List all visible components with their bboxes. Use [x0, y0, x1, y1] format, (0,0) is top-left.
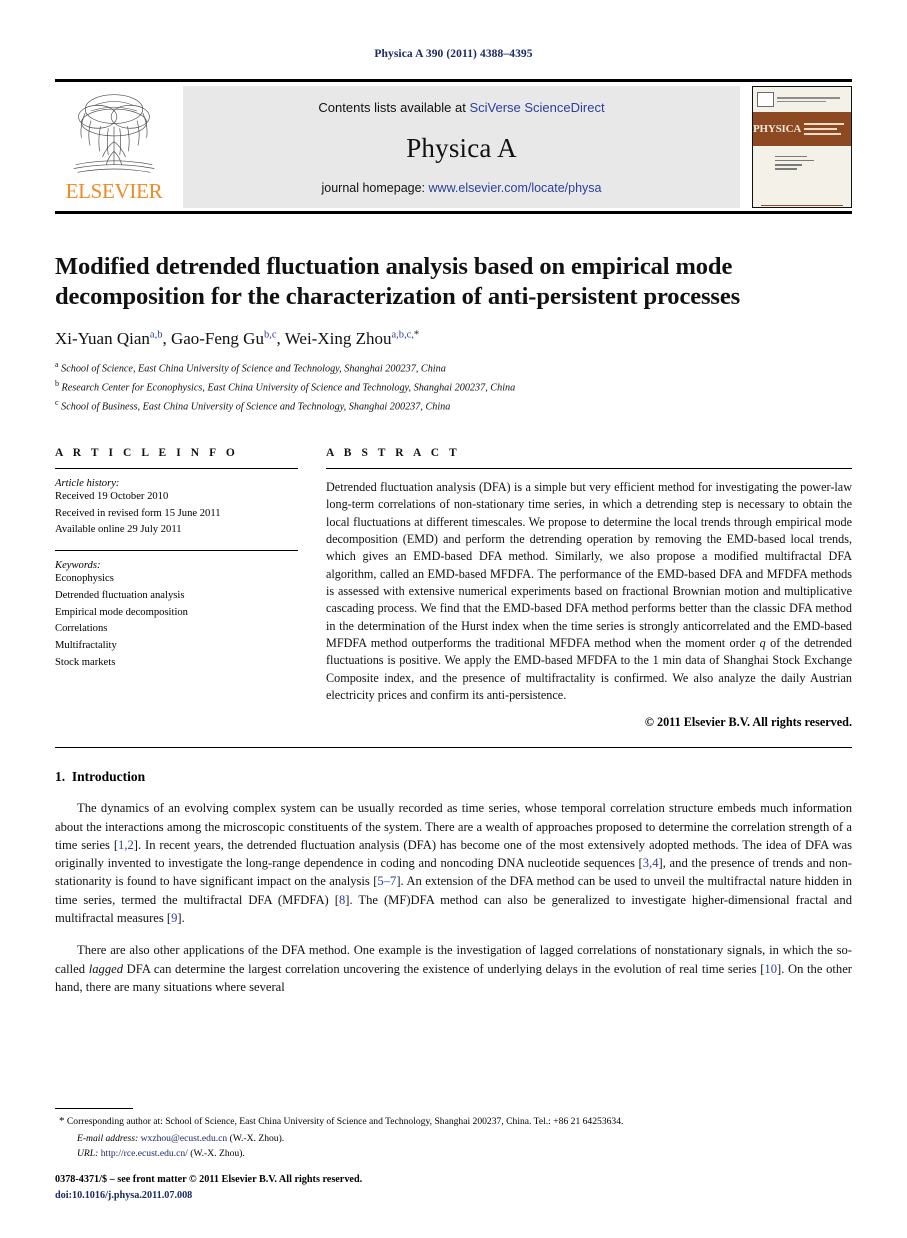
- affiliation-mark-b: b: [55, 379, 59, 389]
- corresponding-author-marker[interactable]: *: [414, 330, 419, 341]
- footnote-rule: [55, 1108, 133, 1110]
- elsevier-logo-block: ELSEVIER: [55, 86, 173, 208]
- affiliation-text-a: School of Science, East China University…: [61, 363, 446, 375]
- affiliation-c: c School of Business, East China Univers…: [55, 397, 852, 416]
- url-owner: (W.-X. Zhou).: [190, 1148, 245, 1160]
- affiliation-list: a School of Science, East China Universi…: [55, 359, 852, 416]
- corresponding-author-text: Corresponding author at: School of Scien…: [66, 1116, 624, 1128]
- paper-page: Physica A 390 (2011) 4388–4395 ELSEVIER …: [0, 0, 907, 1238]
- body-paragraph-2: There are also other applications of the…: [55, 941, 852, 996]
- email-line: E-mail address: wxzhou@ecust.edu.cn (W.-…: [55, 1131, 852, 1147]
- email-link[interactable]: wxzhou@ecust.edu.cn: [141, 1133, 228, 1144]
- elsevier-wordmark: ELSEVIER: [65, 179, 163, 203]
- journal-homepage-line: journal homepage: www.elsevier.com/locat…: [321, 181, 601, 195]
- citation-link[interactable]: 10: [764, 962, 777, 976]
- section-number: 1.: [55, 769, 66, 785]
- keyword-item: Empirical mode decomposition: [55, 606, 188, 618]
- citation-link[interactable]: 3,4: [643, 856, 659, 870]
- article-history-item: Available online 29 July 2011: [55, 524, 182, 536]
- keywords-label: Keywords:: [55, 560, 101, 572]
- section-heading-introduction: 1. Introduction: [55, 769, 852, 785]
- email-label: E-mail address:: [77, 1132, 139, 1144]
- article-info-column: A R T I C L E I N F O Article history: R…: [55, 447, 298, 730]
- cover-author-lines: [753, 146, 851, 179]
- author-sup-1[interactable]: a,b: [150, 330, 163, 341]
- p2-text-2: DFA can determine the largest correlatio…: [123, 961, 765, 976]
- abstract-column: A B S T R A C T Detrended fluctuation an…: [326, 447, 852, 730]
- author-sep-2: ,: [276, 329, 285, 349]
- issn-line: 0378-4371/$ – see front matter © 2011 El…: [55, 1174, 363, 1186]
- p2-italic-lagged: lagged: [88, 961, 124, 976]
- running-head: Physica A 390 (2011) 4388–4395: [374, 48, 533, 60]
- p1-text-6: ].: [177, 911, 185, 926]
- doi-link[interactable]: doi:10.1016/j.physa.2011.07.008: [55, 1188, 362, 1204]
- abstract-part-1: Detrended fluctuation analysis (DFA) is …: [326, 479, 852, 650]
- body-paragraph-1: The dynamics of an evolving complex syst…: [55, 799, 852, 927]
- keywords-rule: [55, 550, 298, 552]
- abstract-text: Detrended fluctuation analysis (DFA) is …: [326, 479, 852, 704]
- imprint-block: 0378-4371/$ – see front matter © 2011 El…: [55, 1172, 362, 1204]
- cover-footer: [753, 206, 851, 207]
- citation-link[interactable]: 1,2: [118, 838, 134, 852]
- banner-top-rule: [55, 79, 852, 82]
- journal-title: Physica A: [406, 132, 517, 163]
- citation-link[interactable]: 5–7: [377, 874, 396, 888]
- affiliation-a: a School of Science, East China Universi…: [55, 359, 852, 378]
- cover-physica-word: PHYSICA: [753, 123, 802, 135]
- affiliation-mark-c: c: [55, 398, 59, 408]
- author-sep-1: ,: [162, 329, 171, 349]
- homepage-url-link[interactable]: http://rce.ecust.edu.cn/: [101, 1148, 188, 1159]
- url-label: URL:: [77, 1148, 99, 1160]
- affiliation-text-b: Research Center for Econophysics, East C…: [61, 382, 516, 394]
- banner-bottom-rule: [55, 211, 852, 214]
- author-name-2: Gao-Feng Gu: [170, 329, 264, 349]
- author-sup-3[interactable]: a,b,c,: [391, 330, 413, 341]
- author-sup-2[interactable]: b,c: [264, 330, 277, 341]
- contents-available-line: Contents lists available at SciVerse Sci…: [318, 100, 604, 115]
- article-info-heading: A R T I C L E I N F O: [55, 446, 239, 459]
- keyword-item: Correlations: [55, 623, 108, 635]
- keyword-item: Econophysics: [55, 573, 114, 585]
- affiliation-text-c: School of Business, East China Universit…: [61, 401, 451, 413]
- article-history-item: Received in revised form 15 June 2011: [55, 507, 221, 519]
- journal-cover-thumbnail: PHYSICA: [752, 86, 852, 208]
- cover-header-lines: [777, 95, 847, 104]
- article-history-item: Received 19 October 2010: [55, 490, 169, 502]
- affiliation-mark-a: a: [55, 360, 59, 370]
- keyword-item: Multifractality: [55, 640, 117, 652]
- author-name-3: Wei-Xing Zhou: [284, 329, 392, 349]
- author-list: Xi-Yuan Qiana,b, Gao-Feng Gub,c, Wei-Xin…: [55, 329, 852, 349]
- contents-prefix: Contents lists available at: [318, 100, 470, 115]
- journal-panel: Contents lists available at SciVerse Sci…: [183, 86, 740, 208]
- keyword-item: Detrended fluctuation analysis: [55, 589, 185, 601]
- affiliation-b: b Research Center for Econophysics, East…: [55, 378, 852, 397]
- elsevier-tree-icon: [73, 94, 155, 173]
- page-title: Modified detrended fluctuation analysis …: [55, 253, 741, 311]
- email-owner: (W.-X. Zhou).: [229, 1132, 285, 1144]
- body-separator-rule: [55, 747, 852, 749]
- keyword-item: Stock markets: [55, 656, 116, 668]
- url-line: URL: http://rce.ecust.edu.cn/ (W.-X. Zho…: [55, 1146, 852, 1162]
- article-history-label: Article history:: [55, 477, 120, 489]
- cover-elsevier-mark: [757, 92, 774, 107]
- journal-homepage-link[interactable]: www.elsevier.com/locate/physa: [429, 181, 602, 195]
- footnote-block: * Corresponding author at: School of Sci…: [55, 1108, 852, 1162]
- abstract-rule: [326, 467, 852, 469]
- abstract-copyright: © 2011 Elsevier B.V. All rights reserved…: [644, 715, 852, 730]
- author-name-1: Xi-Yuan Qian: [55, 329, 150, 349]
- corresponding-author-note: * Corresponding author at: School of Sci…: [55, 1113, 852, 1131]
- sciencedirect-link[interactable]: SciVerse ScienceDirect: [469, 100, 604, 115]
- cover-masthead: PHYSICA: [753, 112, 851, 146]
- section-title-text: Introduction: [71, 769, 146, 785]
- article-info-rule: [55, 467, 298, 469]
- keywords-list: Econophysics Detrended fluctuation analy…: [55, 571, 298, 671]
- journal-banner: ELSEVIER Contents lists available at Sci…: [55, 79, 852, 214]
- homepage-prefix: journal homepage:: [321, 181, 429, 195]
- footnote-star: *: [59, 1115, 65, 1128]
- abstract-heading: A B S T R A C T: [326, 446, 461, 459]
